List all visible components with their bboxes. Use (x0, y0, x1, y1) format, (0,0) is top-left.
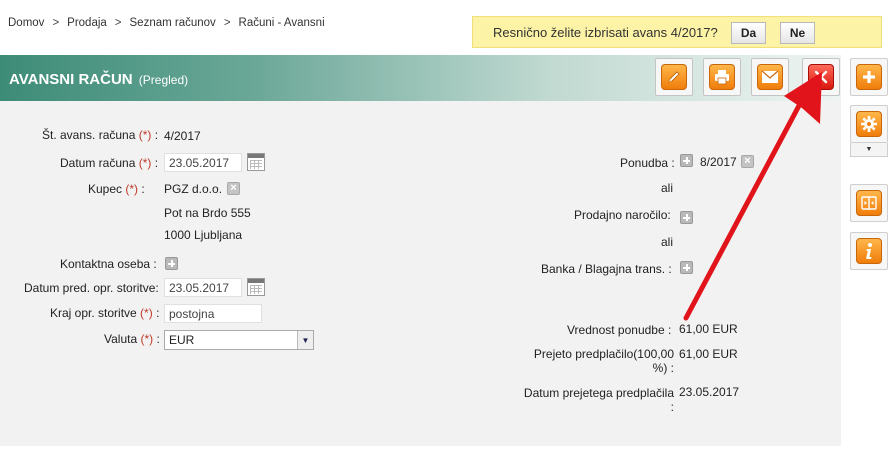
remove-ponudba-icon[interactable]: × (741, 155, 754, 168)
print-button[interactable] (703, 58, 741, 96)
add-banka-icon[interactable] (680, 261, 693, 274)
page-title: AVANSNI RAČUN (Pregled) (9, 71, 188, 88)
add-kontakt-icon[interactable] (165, 257, 178, 270)
breadcrumb-seznam-racunov[interactable]: Seznam računov (130, 17, 216, 29)
confirm-no-button[interactable]: Ne (780, 22, 815, 44)
datum-racuna-input[interactable] (164, 153, 242, 172)
breadcrumb-home[interactable]: Domov (8, 17, 44, 29)
kraj-input[interactable] (164, 304, 262, 323)
plus-icon (856, 64, 882, 90)
valuta-select[interactable]: EUR ▼ (164, 330, 314, 350)
add-narocilo-icon[interactable] (680, 211, 693, 224)
printer-icon (709, 64, 735, 90)
settings-dropdown-toggle[interactable]: ▼ (850, 143, 888, 157)
confirmation-message: Resnično želite izbrisati avans 4/2017? (493, 25, 718, 40)
datum-pred-label: Datum pred. opr. storitve: (24, 281, 159, 295)
remove-kupec-icon[interactable]: × (227, 182, 240, 195)
breadcrumb-separator: > (52, 17, 60, 29)
valuta-label: Valuta (*) : (104, 332, 160, 346)
info-button[interactable] (850, 232, 888, 270)
datum-pred-input[interactable] (164, 278, 242, 297)
kupec-city: 1000 Ljubljana (164, 228, 243, 242)
add-ponudba-icon[interactable] (680, 154, 693, 167)
confirm-yes-button[interactable]: Da (731, 22, 766, 44)
chevron-down-icon: ▼ (865, 146, 873, 153)
kraj-label: Kraj opr. storitve (*) : (50, 306, 160, 320)
ali-text: ali (661, 181, 674, 195)
ali-text: ali (661, 235, 674, 249)
add-button[interactable] (850, 58, 888, 96)
st-avans-value: 4/2017 (164, 129, 201, 143)
breadcrumb-separator: > (114, 17, 122, 29)
breadcrumb: Domov > Prodaja > Seznam računov > Računi - Av… (8, 17, 325, 29)
kontaktna-oseba-label: Kontaktna oseba : (60, 257, 157, 271)
vrednost-label: Vrednost ponudbe : (567, 323, 672, 337)
settings-button[interactable] (850, 105, 888, 143)
delete-icon (808, 64, 834, 90)
ponudba-label: Ponudba : (620, 156, 675, 170)
banka-label: Banka / Blagajna trans. : (541, 262, 672, 276)
st-avans-label: Št. avans. računa (*) : (42, 128, 159, 142)
valuta-selected: EUR (169, 333, 195, 347)
delete-button[interactable] (802, 58, 840, 96)
datum-prejetega-label: Datum prejetega predplačila: (523, 386, 674, 414)
page-subtitle: (Pregled) (138, 73, 189, 87)
prodajno-narocilo-label: Prodajno naročilo: (574, 208, 671, 222)
delete-confirmation-bar: Resnično želite izbrisati avans 4/2017? … (472, 16, 882, 48)
chevron-down-icon: ▼ (297, 331, 313, 349)
kupec-name: PGZ d.o.o. (164, 182, 223, 196)
info-icon (856, 238, 882, 264)
kupec-street: Pot na Brdo 555 (164, 206, 251, 220)
breadcrumb-prodaja[interactable]: Prodaja (67, 17, 107, 29)
breadcrumb-separator: > (223, 17, 231, 29)
prejeto-label: Prejeto predplačilo(100,00%) : (533, 347, 674, 375)
datum-racuna-label: Datum računa (*) : (60, 156, 159, 170)
gear-icon (856, 111, 882, 137)
edit-button[interactable] (655, 58, 693, 96)
breadcrumb-current: Računi - Avansni (238, 17, 325, 29)
split-view-button[interactable] (850, 184, 888, 222)
calendar-icon[interactable] (247, 153, 265, 171)
split-icon (856, 190, 882, 216)
envelope-icon (757, 64, 783, 90)
vrednost-value: 61,00 EUR (679, 322, 738, 336)
kupec-label: Kupec (*) : (88, 182, 145, 196)
ponudba-value: 8/2017 (700, 155, 737, 169)
calendar-icon[interactable] (247, 278, 265, 296)
email-button[interactable] (751, 58, 789, 96)
pencil-icon (661, 64, 687, 90)
prejeto-value: 61,00 EUR (679, 347, 738, 361)
page-title-text: AVANSNI RAČUN (9, 71, 133, 88)
datum-prejetega-value: 23.05.2017 (679, 385, 740, 399)
